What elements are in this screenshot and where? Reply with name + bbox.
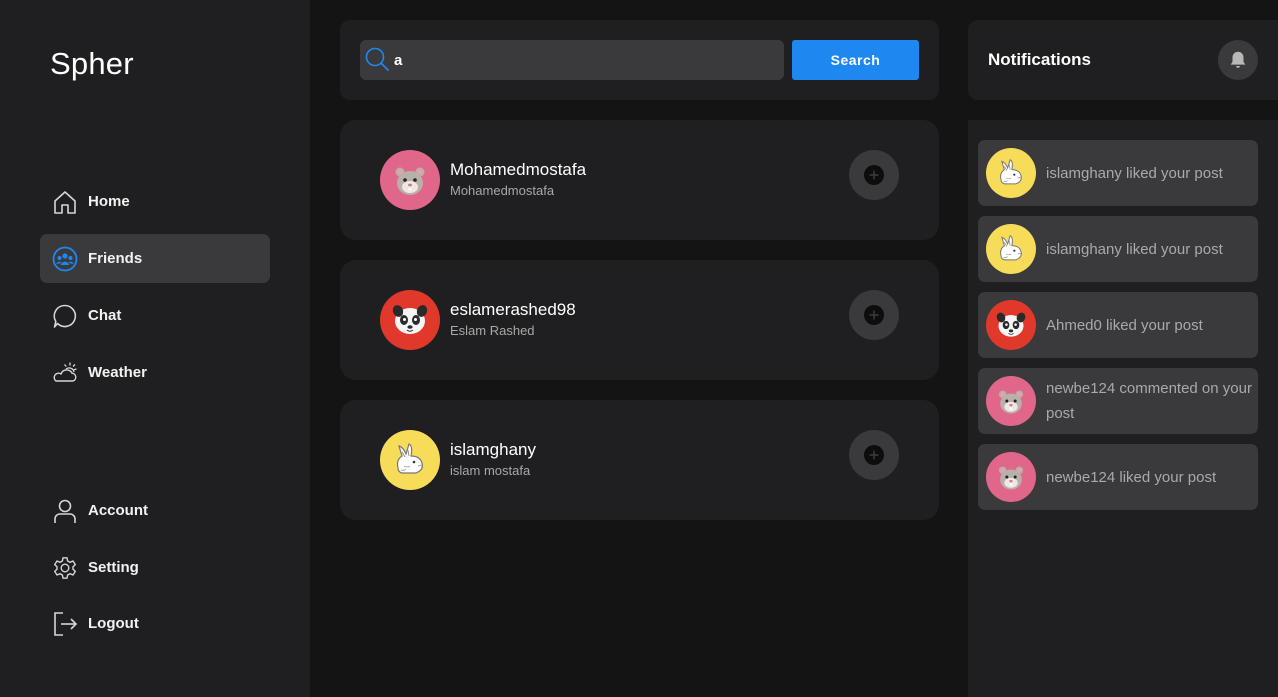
notification-item[interactable]: islamghany liked your post bbox=[978, 140, 1258, 206]
notifications-header: Notifications bbox=[968, 20, 1278, 100]
nav-friends-label: Friends bbox=[88, 250, 143, 267]
nav-logout[interactable]: Logout bbox=[40, 599, 270, 648]
nav-logout-label: Logout bbox=[88, 615, 139, 632]
sidebar: Spher Home Friends Chat Weather Account … bbox=[0, 0, 310, 697]
bell-icon bbox=[1230, 51, 1246, 68]
logout-icon bbox=[52, 611, 78, 637]
notification-item[interactable]: newbe124 liked your post bbox=[978, 444, 1258, 510]
search-box bbox=[360, 40, 784, 80]
rabbit-avatar bbox=[380, 430, 440, 490]
app-root: Spher Home Friends Chat Weather Account … bbox=[0, 0, 1278, 697]
gear-icon bbox=[52, 555, 78, 581]
notifications-bell-button[interactable] bbox=[1218, 40, 1258, 80]
friend-display-name: Mohamedmostafa bbox=[450, 183, 555, 198]
rabbit-avatar bbox=[986, 224, 1036, 274]
friend-card: islamghany islam mostafa bbox=[340, 400, 939, 520]
add-friend-button[interactable] bbox=[849, 290, 899, 340]
panda-avatar bbox=[986, 300, 1036, 350]
app-logo[interactable]: Spher bbox=[50, 46, 134, 82]
add-circle-icon bbox=[864, 445, 884, 465]
hamster-avatar bbox=[380, 150, 440, 210]
nav-chat-label: Chat bbox=[88, 307, 122, 324]
add-circle-icon bbox=[864, 165, 884, 185]
notification-text: newbe124 commented on your post bbox=[1046, 380, 1252, 422]
home-icon bbox=[52, 189, 78, 215]
notification-text: islamghany liked your post bbox=[1046, 240, 1223, 258]
panda-avatar bbox=[380, 290, 440, 350]
friend-username[interactable]: eslamerashed98 bbox=[450, 300, 576, 320]
nav-home[interactable]: Home bbox=[40, 177, 270, 226]
nav-friends[interactable]: Friends bbox=[40, 234, 270, 283]
friend-username[interactable]: islamghany bbox=[450, 440, 536, 460]
friend-display-name: Eslam Rashed bbox=[450, 323, 535, 338]
user-icon bbox=[52, 498, 78, 524]
search-icon bbox=[363, 45, 391, 73]
add-friend-button[interactable] bbox=[849, 150, 899, 200]
notification-item[interactable]: Ahmed0 liked your post bbox=[978, 292, 1258, 358]
friends-icon bbox=[52, 246, 78, 272]
notification-text: Ahmed0 liked your post bbox=[1046, 316, 1203, 334]
search-input[interactable] bbox=[390, 40, 780, 80]
notifications-title: Notifications bbox=[988, 50, 1091, 69]
notifications-list: islamghany liked your post islamghany li… bbox=[968, 120, 1278, 697]
rabbit-avatar bbox=[986, 148, 1036, 198]
notification-text: newbe124 liked your post bbox=[1046, 468, 1217, 486]
friend-username[interactable]: Mohamedmostafa bbox=[450, 160, 586, 180]
add-friend-button[interactable] bbox=[849, 430, 899, 480]
nav-setting[interactable]: Setting bbox=[40, 543, 270, 592]
add-circle-icon bbox=[864, 305, 884, 325]
hamster-avatar bbox=[986, 376, 1036, 426]
nav-home-label: Home bbox=[88, 193, 130, 210]
nav-chat[interactable]: Chat bbox=[40, 291, 270, 340]
friend-display-name: islam mostafa bbox=[450, 463, 531, 478]
notification-item[interactable]: islamghany liked your post bbox=[978, 216, 1258, 282]
search-panel: Search bbox=[340, 20, 939, 100]
nav-weather-label: Weather bbox=[88, 364, 147, 381]
friend-card: Mohamedmostafa Mohamedmostafa bbox=[340, 120, 939, 240]
search-button[interactable]: Search bbox=[792, 40, 919, 80]
weather-icon bbox=[52, 360, 78, 386]
friend-card: eslamerashed98 Eslam Rashed bbox=[340, 260, 939, 380]
nav-setting-label: Setting bbox=[88, 559, 139, 576]
nav-account[interactable]: Account bbox=[40, 486, 270, 535]
nav-account-label: Account bbox=[88, 502, 148, 519]
nav-weather[interactable]: Weather bbox=[40, 348, 270, 397]
notification-text: islamghany liked your post bbox=[1046, 164, 1223, 182]
notification-item[interactable]: newbe124 commented on your post bbox=[978, 368, 1258, 434]
chat-icon bbox=[52, 303, 78, 329]
hamster-avatar bbox=[986, 452, 1036, 502]
